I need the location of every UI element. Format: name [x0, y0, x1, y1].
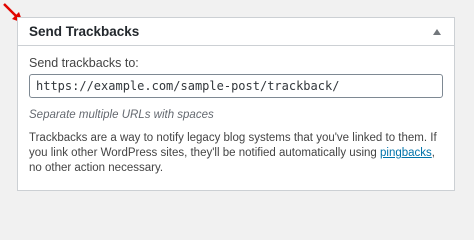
- separator-hint: Separate multiple URLs with spaces: [29, 109, 214, 121]
- trackback-url-input[interactable]: [29, 74, 443, 98]
- trackbacks-description: Trackbacks are a way to notify legacy bl…: [29, 131, 445, 176]
- panel-body: Send trackbacks to: Separate multiple UR…: [18, 46, 454, 176]
- triangle-up-icon: [433, 28, 441, 35]
- description-text: Trackbacks are a way to notify legacy bl…: [29, 132, 437, 159]
- panel-title: Send Trackbacks: [29, 24, 140, 39]
- pingbacks-link[interactable]: pingbacks: [380, 147, 432, 159]
- trackback-field-label: Send trackbacks to:: [29, 56, 139, 70]
- toggle-panel-button[interactable]: [430, 25, 444, 39]
- panel-header[interactable]: Send Trackbacks: [18, 18, 454, 46]
- send-trackbacks-panel: Send Trackbacks Send trackbacks to: Sepa…: [17, 17, 455, 191]
